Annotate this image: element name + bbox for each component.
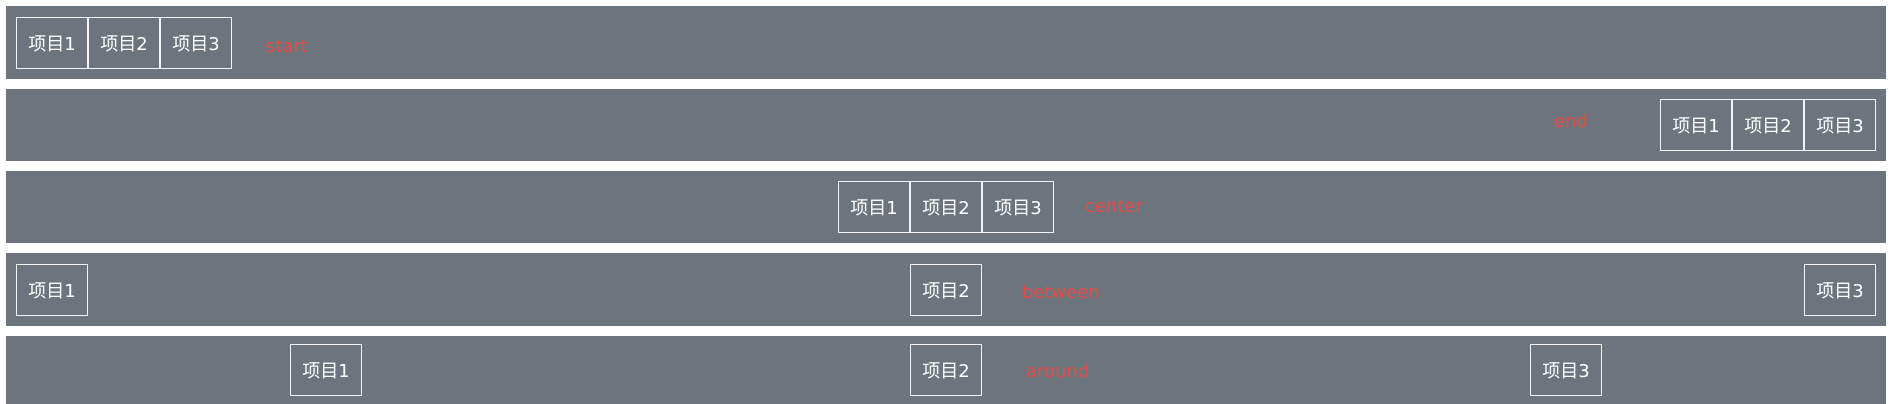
flex-item-1: 项目1 (16, 16, 88, 69)
label-between: between (1022, 282, 1100, 303)
flex-item-1: 项目1 (1660, 99, 1732, 151)
flex-item-2: 项目2 (910, 263, 982, 316)
label-start: start (266, 36, 308, 57)
flex-item-3: 项目3 (982, 181, 1054, 233)
flex-row-end: 项目1 项目2 项目3 (6, 89, 1886, 161)
flex-item-3: 项目3 (1804, 99, 1876, 151)
flex-item-1: 项目1 (290, 344, 362, 396)
flex-row-between: 项目1 项目2 项目3 (6, 253, 1886, 326)
flex-item-2: 项目2 (910, 344, 982, 396)
flex-item-1: 项目1 (838, 181, 910, 233)
flex-item-3: 项目3 (1530, 344, 1602, 396)
label-end: end (1554, 111, 1588, 132)
flex-item-3: 项目3 (160, 16, 232, 69)
flex-item-2: 项目2 (910, 181, 982, 233)
flex-item-2: 项目2 (1732, 99, 1804, 151)
label-around: around (1026, 361, 1090, 382)
label-center: center (1085, 196, 1143, 217)
flex-item-1: 项目1 (16, 263, 88, 316)
flex-row-around: 项目1 项目2 项目3 (6, 336, 1886, 404)
flex-item-3: 项目3 (1804, 263, 1876, 316)
flex-row-center: 项目1 项目2 项目3 (6, 171, 1886, 243)
flex-item-2: 项目2 (88, 16, 160, 69)
